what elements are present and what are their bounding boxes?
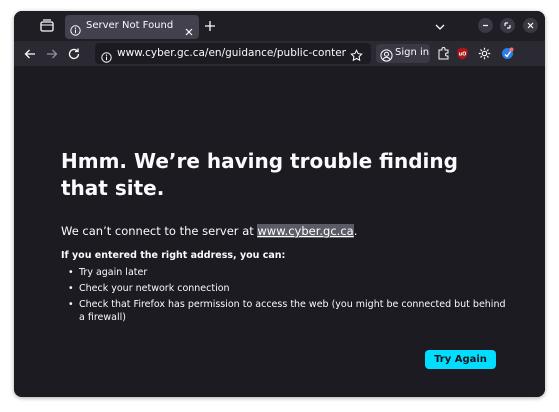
server-host: www.cyber.gc.ca (257, 224, 354, 238)
shield-extension-icon[interactable] (500, 46, 515, 61)
restore-icon[interactable] (500, 18, 515, 33)
try-again-button[interactable]: Try Again (425, 350, 496, 369)
star-icon[interactable] (350, 47, 363, 62)
forward-arrow-icon[interactable] (44, 46, 60, 62)
ublock-icon[interactable]: uO (455, 46, 470, 61)
list-item: Try again later (68, 266, 508, 279)
error-description: We can’t connect to the server at www.cy… (61, 224, 357, 238)
close-icon[interactable] (184, 22, 194, 36)
url-bar[interactable]: www.cyber.gc.ca/en/guidance/public-conte… (95, 43, 371, 64)
info-icon (70, 21, 81, 36)
suggestions-list: Try again later Check your network conne… (68, 266, 508, 327)
navigation-toolbar: www.cyber.gc.ca/en/guidance/public-conte… (14, 41, 545, 66)
chevron-down-icon[interactable] (433, 19, 447, 33)
error-page: Hmm. We’re having trouble finding that s… (14, 66, 545, 397)
url-text[interactable]: www.cyber.gc.ca/en/guidance/public-conte… (117, 47, 346, 59)
tab-strip: Server Not Found (14, 11, 545, 41)
gear-extension-icon[interactable] (477, 46, 492, 61)
back-arrow-icon[interactable] (22, 46, 38, 62)
list-item: Check your network connection (68, 282, 508, 295)
tab-list-icon[interactable] (38, 17, 56, 35)
error-description-prefix: We can’t connect to the server at (61, 224, 258, 238)
page-title: Hmm. We’re having trouble finding that s… (61, 149, 458, 200)
svg-text:uO: uO (459, 52, 467, 58)
close-window-icon[interactable] (523, 18, 538, 33)
sign-in-button[interactable]: Sign in (376, 44, 430, 63)
reload-icon[interactable] (66, 46, 82, 62)
browser-window: Server Not Found www.cyber.gc.ca/en/guid… (14, 11, 545, 397)
tab-active[interactable]: Server Not Found (65, 15, 199, 39)
suggestions-heading: If you entered the right address, you ca… (61, 250, 286, 261)
plus-icon[interactable] (203, 18, 217, 32)
sign-in-label: Sign in (395, 47, 430, 58)
list-item: Check that Firefox has permission to acc… (68, 298, 508, 324)
extensions-puzzle-icon[interactable] (436, 46, 451, 61)
site-info-icon[interactable] (101, 48, 112, 63)
minimize-icon[interactable] (478, 18, 493, 33)
error-description-suffix: . (353, 224, 358, 238)
account-icon (380, 47, 393, 62)
tab-title: Server Not Found (86, 20, 174, 31)
